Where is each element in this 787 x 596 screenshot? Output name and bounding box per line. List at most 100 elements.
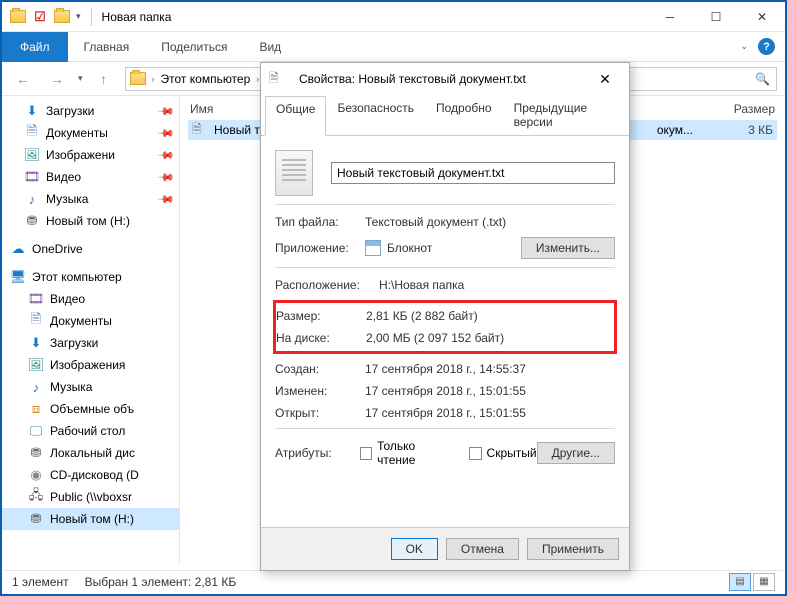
sidebar-item[interactable]: 🗎Документы — [2, 310, 179, 332]
qat-newfolder-icon[interactable] — [54, 9, 70, 25]
label-hidden: Скрытый — [487, 446, 537, 460]
qat-dropdown-icon[interactable]: ▾ — [76, 11, 81, 22]
sidebar-item[interactable]: ◉CD-дисковод (D — [2, 464, 179, 486]
sidebar-item[interactable]: ⛃Новый том (H:) — [2, 210, 179, 232]
change-app-button[interactable]: Изменить... — [521, 237, 615, 259]
hdd-icon: ⛃ — [24, 213, 40, 229]
apply-button[interactable]: Применить — [527, 538, 619, 560]
nav-forward-button[interactable]: → — [44, 66, 70, 92]
label-created: Создан: — [275, 362, 365, 376]
qat-properties-icon[interactable]: ☑ — [32, 9, 48, 25]
label-filetype: Тип файла: — [275, 215, 365, 229]
checkbox-readonly[interactable] — [360, 447, 372, 460]
qat-folder-icon[interactable] — [10, 9, 26, 25]
file-icon: 🗎 — [192, 122, 208, 138]
ribbon-collapse-icon[interactable]: ⌄ — [740, 41, 748, 52]
window-titlebar: ☑ ▾ Новая папка ─ ☐ ✕ — [2, 2, 785, 32]
status-bar: 1 элемент Выбран 1 элемент: 2,81 КБ ▤ ▦ — [4, 570, 783, 592]
highlight-box: Размер: 2,81 КБ (2 882 байт) На диске: 2… — [273, 300, 617, 354]
sidebar-item[interactable]: ♪Музыка — [2, 376, 179, 398]
sidebar-item[interactable]: ⧈Объемные объ — [2, 398, 179, 420]
value-size: 2,81 КБ (2 882 байт) — [366, 309, 478, 323]
download-icon: ⬇ — [24, 103, 40, 119]
label-modified: Изменен: — [275, 384, 365, 398]
tab-previous[interactable]: Предыдущие версии — [503, 95, 625, 135]
close-button[interactable]: ✕ — [739, 2, 785, 32]
tab-security[interactable]: Безопасность — [326, 95, 425, 135]
status-count: 1 элемент — [12, 575, 69, 589]
mus-icon: ♪ — [24, 191, 40, 207]
mus-icon: ♪ — [28, 379, 44, 395]
file-name-trunc: окум... — [657, 123, 693, 137]
cd-icon: ◉ — [28, 467, 44, 483]
view-details-button[interactable]: ▤ — [729, 573, 751, 591]
ok-button[interactable]: OK — [391, 538, 438, 560]
dialog-titlebar[interactable]: 🗎 Свойства: Новый текстовый документ.txt… — [261, 63, 629, 95]
tab-details[interactable]: Подробно — [425, 95, 503, 135]
pin-icon: 📌 — [157, 124, 176, 143]
sidebar-item[interactable]: ♪Музыка📌 — [2, 188, 179, 210]
value-filetype: Текстовый документ (.txt) — [365, 215, 506, 229]
view-large-button[interactable]: ▦ — [753, 573, 775, 591]
doc-icon: 🗎 — [28, 313, 44, 329]
notepad-icon — [365, 240, 381, 256]
label-opened: Открыт: — [275, 406, 365, 420]
breadcrumb-root[interactable]: Этот компьютер — [161, 72, 251, 86]
sidebar-onedrive[interactable]: ☁ OneDrive — [2, 238, 179, 260]
sidebar-item[interactable]: ⛃Локальный дис — [2, 442, 179, 464]
value-app: Блокнот — [387, 241, 432, 255]
breadcrumb-folder-icon — [130, 71, 146, 87]
label-location: Расположение: — [275, 278, 379, 292]
dialog-tabs: Общие Безопасность Подробно Предыдущие в… — [261, 95, 629, 136]
nav-back-button[interactable]: ← — [10, 66, 36, 92]
ribbon-tab-view[interactable]: Вид — [243, 34, 297, 60]
label-readonly: Только чтение — [377, 439, 452, 467]
sidebar-item[interactable]: 🎞Видео📌 — [2, 166, 179, 188]
checkbox-hidden[interactable] — [469, 447, 481, 460]
column-size[interactable]: Размер — [695, 102, 775, 116]
img-icon: 🖼 — [24, 147, 40, 163]
other-attrs-button[interactable]: Другие... — [537, 442, 615, 464]
sidebar-item[interactable]: ⛃Новый том (H:) — [2, 508, 179, 530]
sidebar-item[interactable]: ⬇Загрузки — [2, 332, 179, 354]
ribbon-file-tab[interactable]: Файл — [2, 32, 68, 62]
desk-icon: 🖵 — [28, 423, 44, 439]
cancel-button[interactable]: Отмена — [446, 538, 519, 560]
value-location: H:\Новая папка — [379, 278, 464, 292]
properties-dialog: 🗎 Свойства: Новый текстовый документ.txt… — [260, 62, 630, 571]
help-icon[interactable]: ? — [758, 38, 775, 55]
pc-icon: 🖥 — [10, 269, 26, 285]
label-attrs: Атрибуты: — [275, 446, 360, 460]
label-app: Приложение: — [275, 241, 365, 255]
status-selection: Выбран 1 элемент: 2,81 КБ — [85, 575, 237, 589]
hdd-icon: ⛃ — [28, 445, 44, 461]
sidebar-item[interactable]: ⬇Загрузки📌 — [2, 100, 179, 122]
sidebar-item[interactable]: 🖼Изображения — [2, 354, 179, 376]
tab-general[interactable]: Общие — [265, 96, 326, 136]
sidebar-item[interactable]: 🖧Public (\\vboxsr — [2, 486, 179, 508]
dialog-close-button[interactable]: ✕ — [589, 65, 621, 93]
dialog-title: Свойства: Новый текстовый документ.txt — [299, 72, 526, 86]
sidebar-item[interactable]: 🖵Рабочий стол — [2, 420, 179, 442]
nav-up-button[interactable]: ↑ — [91, 66, 117, 92]
ribbon: Файл Главная Поделиться Вид ⌄ ? — [2, 32, 785, 62]
navigation-sidebar[interactable]: ⬇Загрузки📌🗎Документы📌🖼Изображени📌🎞Видео📌… — [2, 96, 180, 564]
ribbon-tab-home[interactable]: Главная — [68, 34, 146, 60]
pin-icon: 📌 — [157, 146, 176, 165]
search-icon[interactable]: 🔍 — [755, 72, 770, 86]
sidebar-thispc[interactable]: 🖥 Этот компьютер — [2, 266, 179, 288]
sidebar-item[interactable]: 🎞Видео — [2, 288, 179, 310]
sidebar-item[interactable]: 🖼Изображени📌 — [2, 144, 179, 166]
vid-icon: 🎞 — [28, 291, 44, 307]
value-created: 17 сентября 2018 г., 14:55:37 — [365, 362, 526, 376]
sidebar-item[interactable]: 🗎Документы📌 — [2, 122, 179, 144]
maximize-button[interactable]: ☐ — [693, 2, 739, 32]
minimize-button[interactable]: ─ — [647, 2, 693, 32]
ribbon-tab-share[interactable]: Поделиться — [145, 34, 243, 60]
img-icon: 🖼 — [28, 357, 44, 373]
label-ondisk: На диске: — [276, 331, 366, 345]
vid-icon: 🎞 — [24, 169, 40, 185]
nav-history-dropdown[interactable]: ▾ — [78, 73, 83, 84]
net-icon: 🖧 — [28, 489, 44, 505]
filename-input[interactable] — [331, 162, 615, 184]
